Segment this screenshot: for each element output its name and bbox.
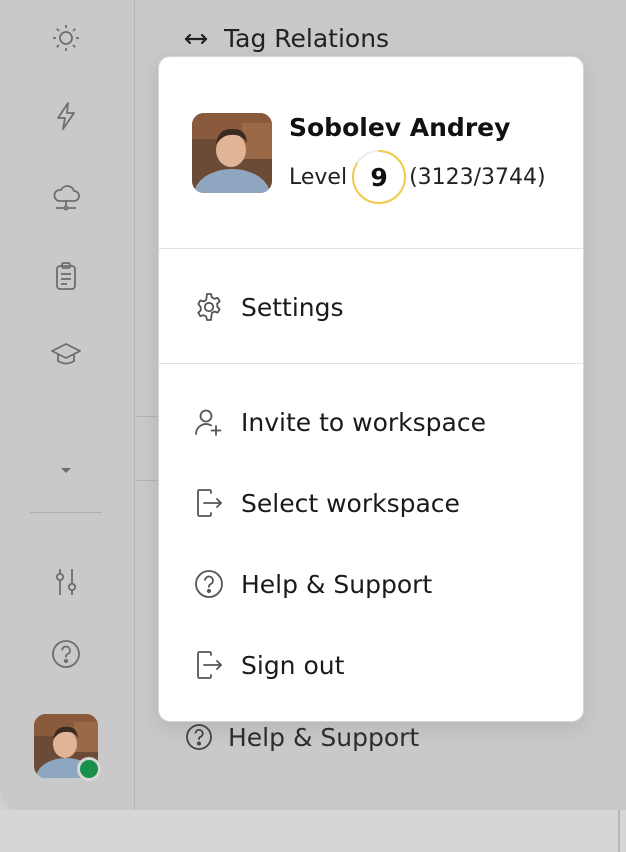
level-progress-text: (3123/3744) — [409, 164, 546, 190]
level-number: 9 — [370, 162, 388, 192]
settings-menu-item[interactable]: Settings — [193, 283, 344, 331]
help-support-menu-item[interactable]: Help & Support — [193, 560, 432, 608]
sun-icon[interactable] — [46, 18, 86, 58]
settings-label: Settings — [241, 292, 344, 322]
help-icon — [186, 724, 212, 750]
sign-out-menu-item[interactable]: Sign out — [193, 641, 344, 689]
window-edge — [618, 810, 620, 852]
sliders-icon[interactable] — [46, 562, 86, 602]
tag-relations-header[interactable]: Tag Relations — [182, 24, 389, 53]
select-workspace-label: Select workspace — [241, 488, 460, 518]
caret-down-icon[interactable] — [46, 450, 86, 490]
menu-divider — [159, 248, 583, 249]
graduation-cap-icon[interactable] — [46, 334, 86, 374]
level-label: Level — [289, 164, 348, 190]
help-support-link[interactable]: Help & Support — [184, 722, 419, 752]
lightning-icon[interactable] — [46, 96, 86, 136]
sign-out-label: Sign out — [241, 650, 345, 680]
tag-relations-title: Tag Relations — [224, 24, 390, 53]
user-plus-icon — [195, 409, 222, 436]
invite-label: Invite to workspace — [241, 407, 486, 437]
sign-out-icon — [197, 651, 222, 679]
clipboard-icon[interactable] — [46, 256, 86, 296]
left-rail — [0, 0, 135, 810]
invite-to-workspace-menu-item[interactable]: Invite to workspace — [193, 398, 486, 446]
user-avatar — [192, 113, 272, 193]
gear-icon — [197, 293, 221, 321]
help-support-label: Help & Support — [241, 569, 433, 599]
help-support-label: Help & Support — [228, 722, 420, 752]
arrows-horizontal-icon — [184, 33, 208, 44]
level-progress-ring: 9 — [351, 149, 407, 205]
enter-icon — [197, 489, 222, 517]
select-workspace-menu-item[interactable]: Select workspace — [193, 479, 460, 527]
cloud-icon[interactable] — [46, 176, 86, 216]
rail-divider — [30, 512, 102, 513]
user-name: Sobolev Andrey — [289, 113, 511, 142]
help-icon[interactable] — [46, 634, 86, 674]
desktop-background — [0, 810, 626, 852]
level-row: Level 9 (3123/3744) — [289, 149, 546, 205]
help-icon — [195, 570, 223, 598]
user-menu: Sobolev Andrey Level 9 (3123/3744) Setti… — [158, 56, 584, 722]
user-profile-header: Sobolev Andrey Level 9 (3123/3744) — [159, 57, 583, 249]
status-online-dot — [77, 757, 101, 781]
menu-divider — [159, 363, 583, 364]
